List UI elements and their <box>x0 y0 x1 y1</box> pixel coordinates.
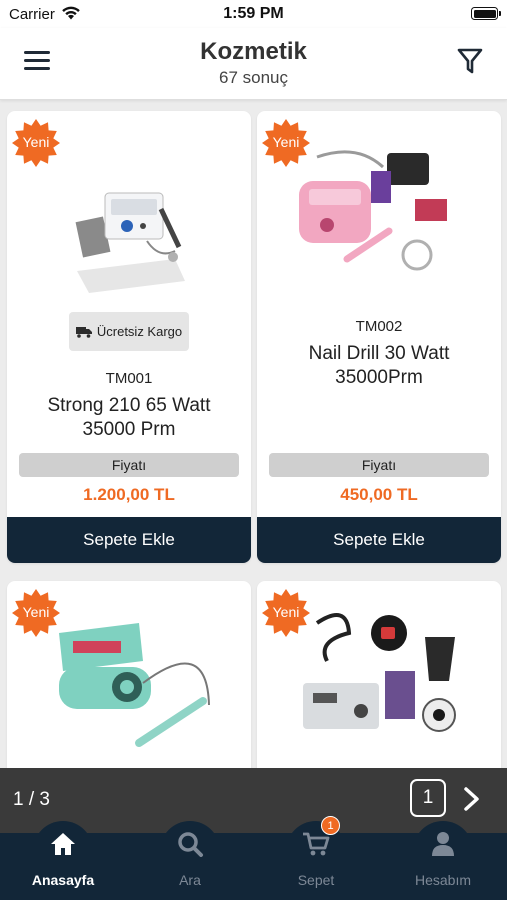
price-label: Fiyatı <box>269 453 489 477</box>
result-count: 67 sonuç <box>219 68 288 87</box>
cart-icon <box>303 832 330 856</box>
product-card[interactable]: Yeni <box>257 581 501 768</box>
app-header: Kozmetik 67 sonuç <box>0 28 507 100</box>
tab-label: Sepet <box>297 872 335 888</box>
filter-icon[interactable] <box>455 46 485 76</box>
tab-home[interactable]: Anasayfa <box>0 821 126 900</box>
cart-count-badge: 1 <box>321 816 340 835</box>
tab-label: Ara <box>179 872 201 888</box>
search-icon <box>178 832 203 857</box>
new-badge-label: Yeni <box>22 134 50 150</box>
add-to-cart-button[interactable]: Sepete Ekle <box>7 517 251 563</box>
product-image[interactable] <box>7 605 251 755</box>
product-code: TM002 <box>355 318 403 335</box>
add-to-cart-button[interactable]: Sepete Ekle <box>257 517 501 563</box>
free-shipping-label: Ücretsiz Kargo <box>96 324 183 339</box>
page-indicator: 1 / 3 <box>13 789 50 810</box>
page-title: Kozmetik <box>200 38 307 65</box>
product-image[interactable] <box>7 149 251 299</box>
truck-icon <box>75 326 92 338</box>
product-grid: Yeni Ücretsiz Kargo TM001 Strong 210 65 … <box>0 100 507 768</box>
product-card[interactable]: Yeni <box>7 581 251 768</box>
status-time: 1:59 PM <box>223 5 284 22</box>
product-name-line-1: Nail Drill 30 Watt <box>308 343 450 364</box>
product-card[interactable]: Yeni Ücretsiz Kargo TM001 Strong 210 65 … <box>7 111 251 563</box>
product-name-line-1: Strong 210 65 Watt <box>47 395 211 416</box>
product-name-line-2: 35000 Prm <box>82 419 176 440</box>
tab-search[interactable]: Ara <box>127 821 253 900</box>
status-bar: Carrier 1:59 PM <box>0 0 507 28</box>
current-page-button[interactable]: 1 <box>410 779 446 817</box>
home-icon <box>51 833 75 855</box>
free-shipping-tag: Ücretsiz Kargo <box>69 312 189 351</box>
product-image[interactable] <box>257 601 501 751</box>
tab-account[interactable]: Hesabım <box>380 821 506 900</box>
product-price: 1.200,00 TL <box>83 485 175 504</box>
product-image[interactable] <box>257 143 501 293</box>
price-label: Fiyatı <box>19 453 239 477</box>
product-code: TM001 <box>105 370 153 387</box>
product-price: 450,00 TL <box>340 485 418 504</box>
tab-icon-bump: 1 <box>286 816 346 867</box>
tab-cart[interactable]: 1 Sepet <box>253 816 379 900</box>
chevron-right-icon[interactable] <box>460 784 484 814</box>
product-card[interactable]: Yeni TM002 Nail Drill 30 Watt 35000Prm F… <box>257 111 501 563</box>
tab-label: Hesabım <box>414 872 472 888</box>
battery-icon <box>471 7 501 20</box>
product-name-line-2: 35000Prm <box>335 367 423 388</box>
bottom-tab-bar: Anasayfa Ara 1 Sepet Hesabım <box>0 816 507 900</box>
tab-label: Anasayfa <box>31 872 95 888</box>
user-icon <box>432 832 454 856</box>
